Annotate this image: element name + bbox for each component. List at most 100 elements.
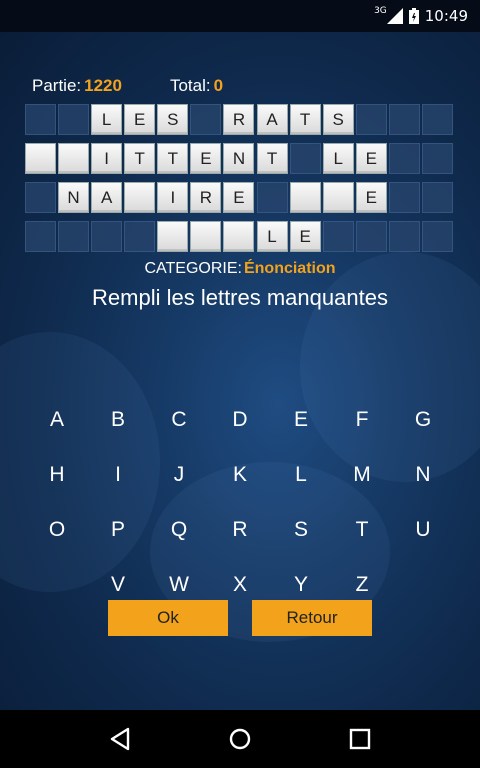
empty-cell (322, 221, 354, 252)
letter-tile: T (256, 143, 288, 174)
letter-tile: A (91, 182, 123, 213)
key-p[interactable]: P (88, 502, 149, 557)
key-o[interactable]: O (27, 502, 88, 557)
key-f[interactable]: F (332, 392, 393, 447)
ok-button[interactable]: Ok (108, 600, 228, 636)
empty-cell (256, 182, 288, 213)
key-e[interactable]: E (271, 392, 332, 447)
key-l[interactable]: L (271, 447, 332, 502)
board-row: ITTENTLE (25, 143, 455, 176)
keyboard-row: VWXYZ (0, 557, 480, 612)
signal-icon (386, 8, 403, 24)
key-m[interactable]: M (332, 447, 393, 502)
home-icon[interactable] (210, 715, 270, 763)
network-type: 3G (374, 6, 387, 16)
letter-tile: R (190, 182, 222, 213)
instruction-text: Rempli les lettres manquantes (92, 285, 388, 310)
retour-button[interactable]: Retour (252, 600, 372, 636)
key-r[interactable]: R (210, 502, 271, 557)
letter-tile: N (58, 182, 90, 213)
letter-tile: S (157, 104, 189, 135)
letter-tile: R (223, 104, 255, 135)
key-q[interactable]: Q (149, 502, 210, 557)
empty-cell (355, 104, 387, 135)
key-g[interactable]: G (393, 392, 454, 447)
letter-tile: S (322, 104, 354, 135)
clock: 10:49 (424, 7, 468, 25)
key-a[interactable]: A (27, 392, 88, 447)
blank-letter-tile[interactable] (190, 221, 222, 252)
letter-tile: I (157, 182, 189, 213)
empty-cell (25, 104, 56, 135)
blank-letter-tile[interactable] (25, 143, 56, 174)
empty-cell (421, 143, 453, 174)
partie-value: 1220 (84, 76, 122, 95)
score-bar: Partie: 1220 Total: 0 (32, 76, 223, 96)
total-value: 0 (213, 76, 224, 95)
letter-tile: T (157, 143, 189, 174)
keyboard-row: ABCDEFG (0, 392, 480, 447)
blank-letter-tile[interactable] (58, 143, 90, 174)
blank-letter-tile[interactable] (124, 182, 156, 213)
back-icon[interactable] (90, 715, 150, 763)
puzzle-board: LESRATSITTENTLENAIREELE (25, 104, 455, 260)
empty-cell (388, 143, 420, 174)
letter-tile: L (322, 143, 354, 174)
key-c[interactable]: C (149, 392, 210, 447)
recents-icon[interactable] (330, 715, 390, 763)
empty-cell (58, 221, 90, 252)
empty-cell (289, 143, 321, 174)
total-label: Total: (169, 76, 211, 95)
key-u[interactable]: U (393, 502, 454, 557)
letter-tile: T (124, 143, 156, 174)
key-d[interactable]: D (210, 392, 271, 447)
board-row: LE (25, 221, 455, 254)
empty-cell (58, 104, 90, 135)
letter-tile: E (190, 143, 222, 174)
letter-tile: N (223, 143, 255, 174)
empty-cell (421, 104, 453, 135)
category-label: CATEGORIE: (144, 260, 242, 277)
empty-cell (421, 221, 453, 252)
empty-cell (421, 182, 453, 213)
empty-cell (388, 221, 420, 252)
key-b[interactable]: B (88, 392, 149, 447)
key-i[interactable]: I (88, 447, 149, 502)
navigation-bar (0, 710, 480, 768)
letter-tile: E (355, 182, 387, 213)
category: CATEGORIE: Énonciation (0, 260, 480, 278)
empty-cell (25, 221, 56, 252)
blank-letter-tile[interactable] (322, 182, 354, 213)
key-k[interactable]: K (210, 447, 271, 502)
letter-keyboard: ABCDEFGHIJKLMNOPQRSTUVWXYZ (0, 392, 480, 612)
key-h[interactable]: H (27, 447, 88, 502)
game-screen: Partie: 1220 Total: 0 LESRATSITTENTLENAI… (0, 32, 480, 710)
keyboard-row: HIJKLMN (0, 447, 480, 502)
letter-tile: E (124, 104, 156, 135)
letter-tile: A (256, 104, 288, 135)
empty-cell (388, 104, 420, 135)
key-s[interactable]: S (271, 502, 332, 557)
key-n[interactable]: N (393, 447, 454, 502)
board-row: LESRATS (25, 104, 455, 137)
letter-tile: I (91, 143, 123, 174)
status-bar: 3G 10:49 (0, 0, 480, 32)
key-t[interactable]: T (332, 502, 393, 557)
key-j[interactable]: J (149, 447, 210, 502)
letter-tile: T (289, 104, 321, 135)
keyboard-row: OPQRSTU (0, 502, 480, 557)
letter-tile: L (91, 104, 123, 135)
letter-tile: L (256, 221, 288, 252)
empty-cell (355, 221, 387, 252)
empty-cell (91, 221, 123, 252)
category-value: Énonciation (243, 260, 336, 277)
empty-cell (25, 182, 56, 213)
empty-cell (190, 104, 222, 135)
letter-tile: E (223, 182, 255, 213)
empty-cell (388, 182, 420, 213)
blank-letter-tile[interactable] (223, 221, 255, 252)
letter-tile: E (355, 143, 387, 174)
letter-tile: E (289, 221, 321, 252)
blank-letter-tile[interactable] (289, 182, 321, 213)
blank-letter-tile[interactable] (157, 221, 189, 252)
